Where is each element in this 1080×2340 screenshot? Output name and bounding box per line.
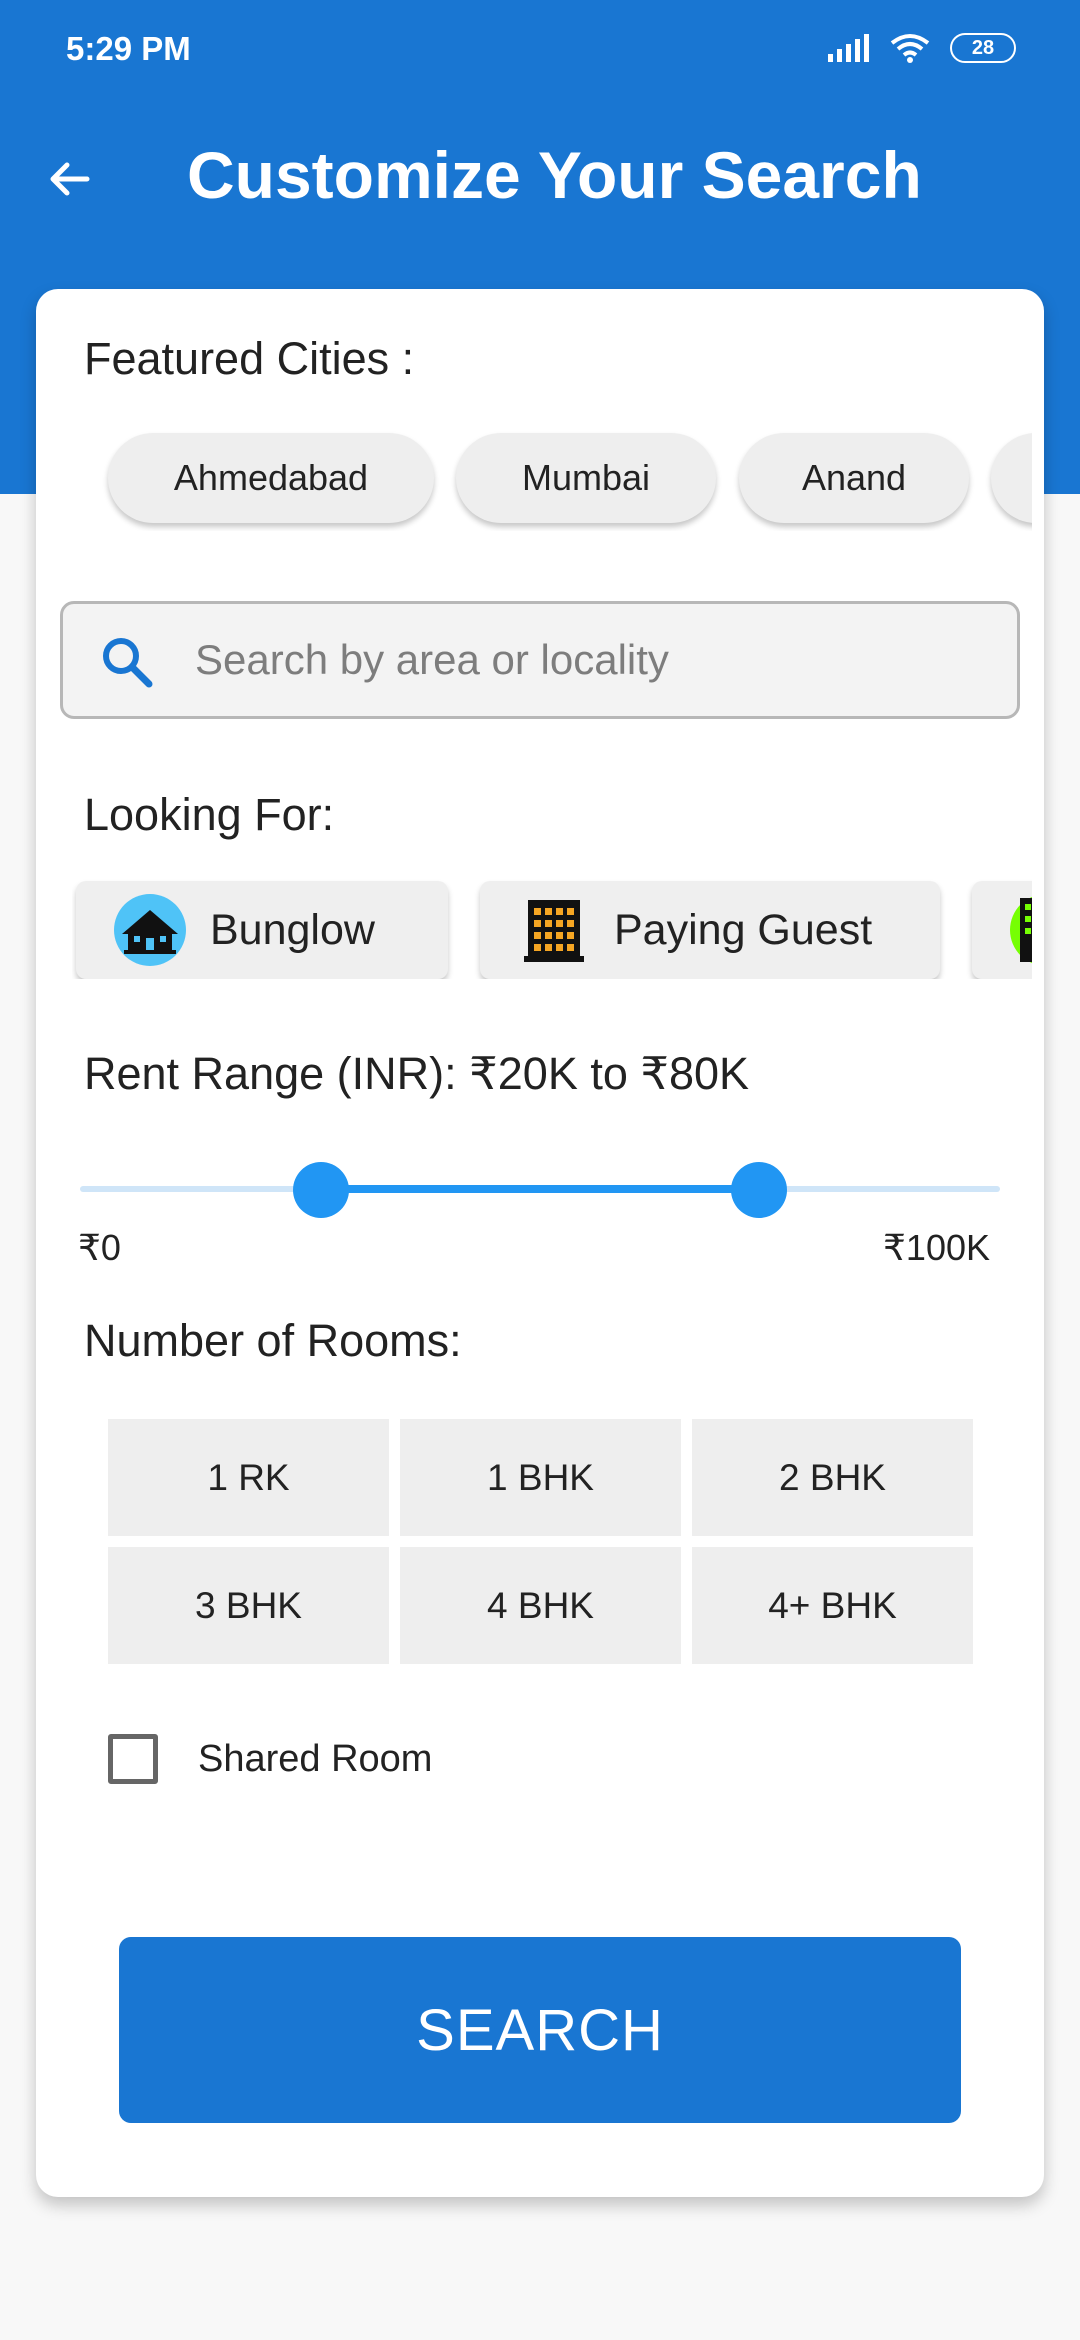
type-bunglow[interactable]: Bunglow xyxy=(76,881,448,979)
bungalow-icon xyxy=(114,894,186,966)
looking-for-title: Looking For: xyxy=(84,789,335,840)
room-option-4plus-bhk[interactable]: 4+ BHK xyxy=(692,1547,973,1664)
search-icon xyxy=(103,638,153,688)
shared-room-label: Shared Room xyxy=(198,1737,433,1780)
room-option-1rk[interactable]: 1 RK xyxy=(108,1419,389,1536)
city-chip-ahmedabad[interactable]: Ahmedabad xyxy=(108,433,434,523)
type-apartment[interactable] xyxy=(972,881,1032,979)
status-time: 5:29 PM xyxy=(66,30,191,67)
city-chip-partial[interactable]: D xyxy=(991,433,1032,523)
signal-icon xyxy=(828,34,869,62)
arrow-back-icon xyxy=(50,162,90,196)
room-option-3bhk[interactable]: 3 BHK xyxy=(108,1547,389,1664)
search-field[interactable] xyxy=(60,601,1020,719)
shared-room-option[interactable]: Shared Room xyxy=(108,1729,432,1789)
search-input[interactable] xyxy=(195,624,985,696)
range-min-label: ₹0 xyxy=(78,1227,121,1268)
rent-range-slider[interactable] xyxy=(80,1159,1000,1219)
back-button[interactable] xyxy=(36,146,102,212)
search-card: Featured Cities : Ahmedabad Mumbai Anand… xyxy=(36,289,1044,2197)
type-label-bunglow: Bunglow xyxy=(210,905,375,954)
city-chip-mumbai[interactable]: Mumbai xyxy=(456,433,716,523)
slider-thumb-min[interactable] xyxy=(293,1162,349,1218)
featured-cities-list[interactable]: Ahmedabad Mumbai Anand D xyxy=(72,421,1032,531)
shared-room-checkbox[interactable] xyxy=(108,1734,158,1784)
status-bar: 5:29 PM 28 xyxy=(0,0,1080,100)
room-option-2bhk[interactable]: 2 BHK xyxy=(692,1419,973,1536)
battery-icon: 28 xyxy=(950,33,1016,63)
room-option-1bhk[interactable]: 1 BHK xyxy=(400,1419,681,1536)
app-bar: Customize Your Search xyxy=(0,110,1080,250)
page-title: Customize Your Search xyxy=(187,138,922,212)
slider-active-track xyxy=(321,1185,759,1193)
featured-cities-title: Featured Cities : xyxy=(84,333,415,384)
rooms-grid: 1 RK 1 BHK 2 BHK 3 BHK 4 BHK 4+ BHK xyxy=(108,1419,973,1664)
search-button[interactable]: SEARCH xyxy=(119,1937,961,2123)
slider-thumb-max[interactable] xyxy=(731,1162,787,1218)
rooms-title: Number of Rooms: xyxy=(84,1315,462,1366)
city-chip-anand[interactable]: Anand xyxy=(739,433,969,523)
battery-level: 28 xyxy=(971,36,995,59)
type-label-paying-guest: Paying Guest xyxy=(614,905,873,954)
property-type-list[interactable]: Bunglow Paying Guest xyxy=(72,869,1032,979)
apartment-icon xyxy=(1010,896,1032,964)
status-icons: 28 xyxy=(828,30,1016,66)
wifi-icon xyxy=(890,34,930,63)
room-option-4bhk[interactable]: 4 BHK xyxy=(400,1547,681,1664)
rent-range-title: Rent Range (INR): ₹20K to ₹80K xyxy=(84,1048,750,1099)
range-max-label: ₹100K xyxy=(883,1227,990,1268)
type-paying-guest[interactable]: Paying Guest xyxy=(480,881,940,979)
building-icon xyxy=(524,900,584,962)
